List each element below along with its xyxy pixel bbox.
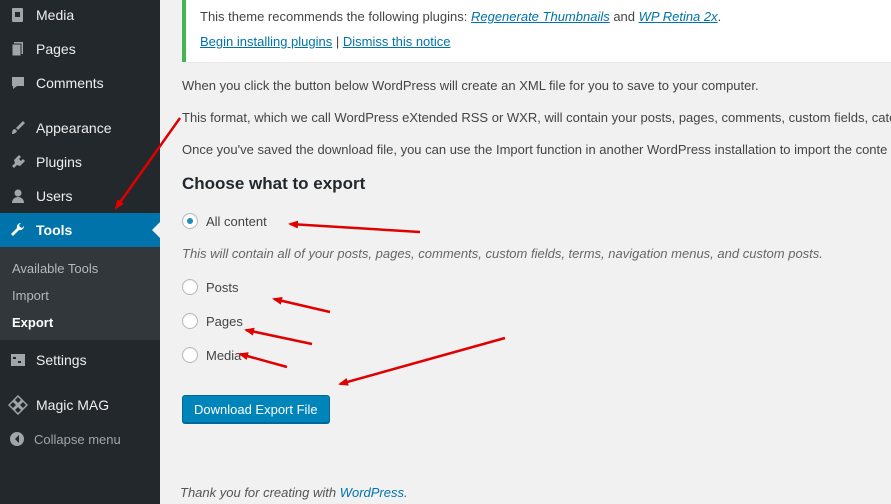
sidebar-item-tools[interactable]: Tools (0, 213, 160, 247)
sidebar-item-label: Users (36, 188, 73, 204)
sidebar-item-comments[interactable]: Comments (0, 66, 160, 100)
intro-paragraph-3: Once you've saved the download file, you… (182, 142, 888, 157)
plugins-icon (0, 153, 36, 171)
sidebar-item-plugins[interactable]: Plugins (0, 145, 160, 179)
radio-button-checked[interactable] (182, 213, 198, 229)
radio-posts[interactable]: Posts (182, 279, 239, 295)
magic-mag-icon (0, 395, 36, 415)
pages-icon (0, 40, 36, 58)
radio-button[interactable] (182, 279, 198, 295)
radio-label: Media (206, 347, 242, 363)
appearance-icon (0, 119, 36, 137)
radio-label: All content (206, 213, 267, 229)
page-title: Choose what to export (182, 174, 366, 193)
all-content-description: This will contain all of your posts, pag… (182, 246, 823, 261)
notice-period: . (717, 9, 722, 24)
sidebar-item-label: Media (36, 7, 75, 23)
sidebar-item-settings[interactable]: Settings (0, 343, 160, 377)
radio-label: Pages (206, 313, 243, 329)
sidebar-item-label: Pages (36, 41, 76, 57)
main-content: This theme recommends the following plug… (160, 0, 891, 504)
radio-button[interactable] (182, 347, 198, 363)
sidebar-item-label: Comments (36, 75, 104, 91)
intro-paragraph-2: This format, which we call WordPress eXt… (182, 110, 891, 125)
notice-text: This theme recommends the following plug… (200, 9, 471, 24)
intro-paragraph-1: When you click the button below WordPres… (182, 78, 759, 93)
sidebar-item-pages[interactable]: Pages (0, 32, 160, 66)
footer-period: . (404, 485, 408, 500)
collapse-menu-button[interactable]: Collapse menu (0, 427, 160, 451)
media-icon (0, 6, 36, 24)
sidebar-item-label: Tools (36, 222, 73, 238)
admin-sidebar: Media Pages Comments Appearance Plugins … (0, 0, 160, 504)
sidebar-item-label: Appearance (36, 120, 112, 136)
collapse-menu-label: Collapse menu (34, 431, 121, 447)
footer-credit: Thank you for creating with WordPress. (180, 485, 408, 500)
sidebar-item-appearance[interactable]: Appearance (0, 111, 160, 145)
radio-all-content[interactable]: All content (182, 213, 267, 229)
radio-label: Posts (206, 279, 239, 295)
footer-text: Thank you for creating with (180, 485, 340, 500)
sidebar-item-magic-mag[interactable]: Magic MAG (0, 388, 160, 422)
sidebar-item-users[interactable]: Users (0, 179, 160, 213)
plugin-notice: This theme recommends the following plug… (182, 0, 891, 62)
submenu-item-import[interactable]: Import (12, 288, 49, 303)
dismiss-notice-link[interactable]: Dismiss this notice (343, 34, 451, 49)
comments-icon (0, 74, 36, 92)
submenu-item-export[interactable]: Export (12, 315, 53, 330)
collapse-icon (0, 431, 34, 447)
radio-button[interactable] (182, 313, 198, 329)
settings-icon (0, 351, 36, 369)
submenu-item-available-tools[interactable]: Available Tools (12, 261, 98, 276)
notice-actions: Begin installing plugins | Dismiss this … (200, 34, 451, 49)
sidebar-item-label: Magic MAG (36, 397, 110, 413)
regenerate-thumbnails-link[interactable]: Regenerate Thumbnails (471, 9, 610, 24)
notice-separator: | (332, 34, 343, 49)
wp-retina-link[interactable]: WP Retina 2x (639, 9, 718, 24)
sidebar-item-label: Settings (36, 352, 87, 368)
users-icon (0, 187, 36, 205)
radio-pages[interactable]: Pages (182, 313, 243, 329)
notice-message: This theme recommends the following plug… (200, 9, 721, 24)
begin-installing-link[interactable]: Begin installing plugins (200, 34, 332, 49)
download-export-file-button[interactable]: Download Export File (182, 395, 330, 423)
sidebar-item-media[interactable]: Media (0, 0, 160, 32)
radio-media[interactable]: Media (182, 347, 241, 363)
wordpress-link[interactable]: WordPress (340, 485, 404, 500)
wrench-icon (0, 221, 36, 239)
sidebar-item-label: Plugins (36, 154, 82, 170)
tools-submenu: Available Tools Import Export (0, 247, 160, 340)
notice-and-text: and (609, 9, 639, 24)
